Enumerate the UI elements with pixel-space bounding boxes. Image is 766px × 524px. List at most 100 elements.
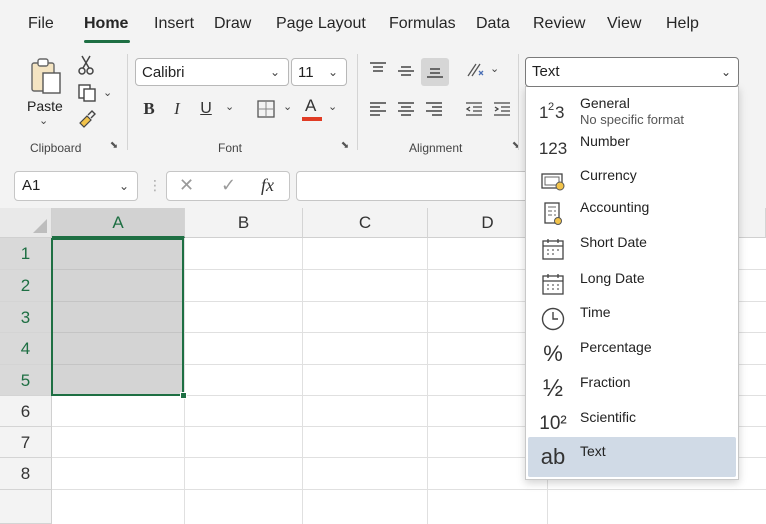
menu-item-text[interactable]: ab Text (528, 437, 736, 477)
menu-item-time[interactable]: Time (528, 299, 736, 335)
menu-item-fraction[interactable]: ½ Fraction (528, 369, 736, 405)
formula-bar-grip-icon[interactable]: ⋮ (148, 177, 162, 194)
paste-chevron-icon[interactable]: ⌄ (39, 114, 48, 127)
tab-file[interactable]: File (28, 15, 54, 33)
cancel-formula-icon[interactable]: ✕ (179, 175, 194, 196)
gridline (427, 238, 428, 524)
row-header-2[interactable]: 2 (0, 270, 52, 302)
column-header-a[interactable]: A (52, 208, 185, 238)
row-header-9[interactable] (0, 490, 52, 524)
menu-item-label: Currency (580, 167, 637, 183)
row-header-1[interactable]: 1 (0, 238, 52, 270)
underline-button[interactable]: U (197, 98, 215, 120)
tab-view[interactable]: View (607, 15, 641, 33)
underline-chevron-icon[interactable]: ⌄ (225, 100, 234, 113)
menu-item-label: General (580, 95, 630, 111)
orientation-icon[interactable] (464, 60, 486, 80)
orientation-chevron-icon[interactable]: ⌄ (490, 62, 499, 75)
menu-item-scientific[interactable]: 10² Scientific (528, 404, 736, 440)
clipboard-group-label: Clipboard (30, 141, 82, 155)
menu-item-long-date[interactable]: Long Date (528, 264, 736, 300)
font-name-dropdown[interactable]: Calibri ⌄ (135, 58, 289, 86)
menu-item-label: Long Date (580, 270, 645, 286)
font-color-button[interactable]: A (302, 96, 322, 122)
font-name-value: Calibri (142, 63, 185, 81)
tab-review[interactable]: Review (533, 15, 585, 33)
align-right-icon[interactable] (424, 100, 444, 118)
alignment-group-label: Alignment (409, 141, 463, 155)
general-number-icon: 123 (538, 97, 568, 125)
insert-function-icon[interactable]: fx (261, 175, 274, 196)
borders-chevron-icon[interactable]: ⌄ (283, 100, 292, 113)
selected-range-gridline (53, 301, 182, 302)
fill-handle[interactable] (180, 392, 187, 399)
tab-home[interactable]: Home (84, 15, 128, 33)
clipboard-launcher-icon[interactable]: ⬊ (108, 140, 120, 152)
ribbon-divider (127, 54, 128, 150)
tab-data[interactable]: Data (476, 15, 510, 33)
menu-item-accounting[interactable]: Accounting (528, 194, 736, 230)
italic-button[interactable]: I (168, 98, 186, 120)
decrease-indent-icon[interactable] (464, 100, 484, 118)
row-header-3[interactable]: 3 (0, 302, 52, 333)
number-format-dropdown[interactable]: Text ⌄ (525, 57, 739, 87)
menu-item-label: Percentage (580, 339, 652, 355)
alignment-launcher-icon[interactable]: ⬊ (510, 140, 522, 152)
menu-item-label: Fraction (580, 374, 631, 390)
copy-chevron-icon[interactable]: ⌄ (103, 86, 112, 99)
name-box[interactable]: A1 ⌄ (14, 171, 138, 201)
selected-range-a1-a5[interactable] (51, 238, 184, 396)
cut-scissors-icon[interactable] (76, 54, 96, 76)
number-format-menu: 123 General No specific format 123 Numbe… (525, 86, 739, 480)
ribbon-divider (518, 54, 519, 150)
text-ab-icon: ab (540, 444, 566, 469)
number-icon: 123 (538, 139, 568, 158)
menu-item-percentage[interactable]: % Percentage (528, 334, 736, 370)
format-painter-icon[interactable] (76, 108, 98, 130)
menu-item-short-date[interactable]: Short Date (528, 229, 736, 265)
font-color-chevron-icon[interactable]: ⌄ (328, 100, 337, 113)
row-header-7[interactable]: 7 (0, 427, 52, 458)
scientific-icon: 10² (539, 413, 567, 434)
menu-item-general[interactable]: 123 General No specific format (528, 91, 736, 131)
svg-text:3: 3 (555, 103, 564, 122)
paste-icon[interactable] (26, 56, 66, 96)
font-size-dropdown[interactable]: 11 ⌄ (291, 58, 347, 86)
paste-button[interactable]: Paste (27, 98, 63, 114)
select-all-triangle-icon (33, 219, 47, 233)
increase-indent-icon[interactable] (492, 100, 512, 118)
row-header-8[interactable]: 8 (0, 458, 52, 490)
font-launcher-icon[interactable]: ⬊ (339, 140, 351, 152)
row-header-4[interactable]: 4 (0, 333, 52, 365)
borders-icon[interactable] (256, 99, 276, 119)
copy-icon[interactable] (76, 82, 98, 104)
enter-formula-icon[interactable]: ✓ (221, 175, 236, 196)
short-date-calendar-icon (538, 235, 568, 263)
long-date-calendar-icon (538, 270, 568, 298)
tab-help[interactable]: Help (666, 15, 699, 33)
menu-item-number[interactable]: 123 Number (528, 129, 736, 165)
selected-range-gridline (53, 269, 182, 270)
gridline (302, 238, 303, 524)
select-all-corner[interactable] (0, 208, 52, 238)
menu-item-label: Scientific (580, 409, 637, 425)
tab-formulas[interactable]: Formulas (389, 15, 456, 33)
name-box-value: A1 (22, 177, 41, 194)
tab-draw[interactable]: Draw (214, 15, 251, 33)
menu-item-currency[interactable]: Currency (528, 161, 736, 197)
column-header-c[interactable]: C (303, 208, 428, 238)
menu-item-label: Short Date (580, 234, 647, 250)
column-header-b[interactable]: B (185, 208, 303, 238)
align-bottom-icon[interactable] (421, 58, 449, 86)
bold-button[interactable]: B (140, 98, 158, 120)
align-left-icon[interactable] (368, 100, 388, 118)
row-header-5[interactable]: 5 (0, 365, 52, 396)
align-top-icon[interactable] (368, 60, 388, 78)
align-middle-icon[interactable] (396, 62, 416, 80)
gridline (184, 238, 185, 524)
tab-page-layout[interactable]: Page Layout (276, 15, 366, 33)
selected-range-gridline (53, 332, 182, 333)
row-header-6[interactable]: 6 (0, 396, 52, 427)
align-center-icon[interactable] (396, 100, 416, 118)
tab-insert[interactable]: Insert (154, 15, 194, 33)
